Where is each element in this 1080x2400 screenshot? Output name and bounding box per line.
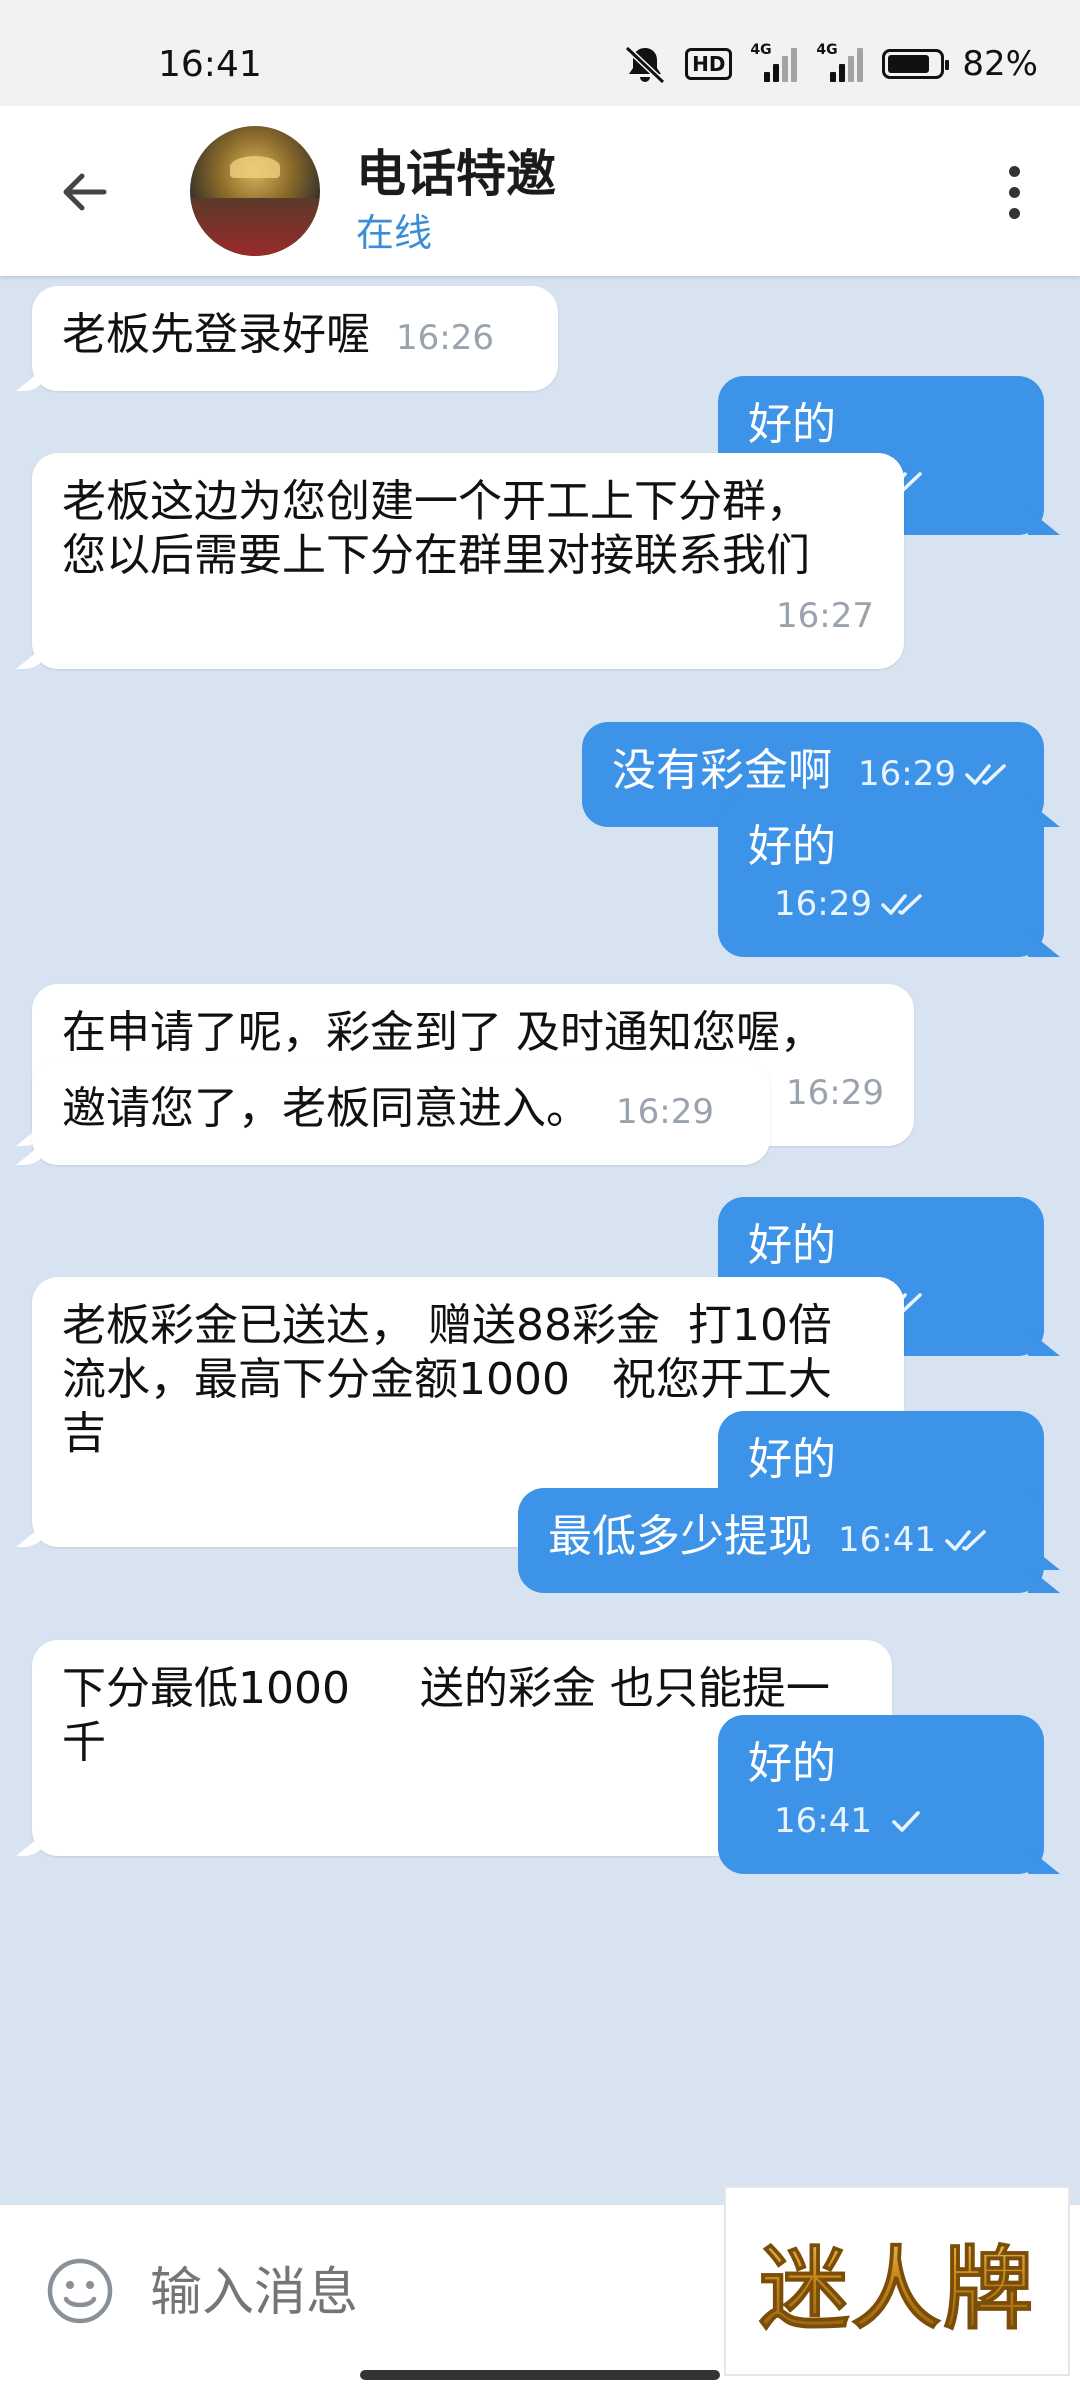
message-time: 16:27 — [776, 596, 874, 636]
online-status: 在线 — [356, 211, 433, 255]
message-time: 16:41 — [774, 1801, 872, 1841]
check-icon — [892, 1811, 920, 1832]
avatar[interactable] — [190, 126, 320, 256]
message-time: 16:29 — [774, 884, 872, 924]
incoming-message[interactable]: 老板先登录好喔 16:26 — [32, 286, 558, 391]
message-text: 老板先登录好喔 — [62, 309, 370, 360]
message-text: 老板彩金已送达， 赠送88彩金 打10倍 流水，最高下分金额1000 祝您开工大… — [62, 1300, 832, 1459]
outgoing-message[interactable]: 最低多少提现 16:41 — [518, 1488, 1044, 1593]
message-meta: 16:27 — [62, 589, 874, 643]
message-list[interactable]: 老板先登录好喔 16:26 好的 16:26 老板这边为您创建一个开工上下分群， 您以后… — [0, 276, 1080, 2204]
message-text: 在申请了呢，彩金到了 及时通知您喔， — [62, 1007, 824, 1058]
message-text: 下分最低1000 送的彩金 也只能提一 千 — [62, 1663, 830, 1768]
chat-header: 电话特邀 在线 — [0, 106, 1080, 276]
double-check-icon — [881, 894, 922, 915]
message-input[interactable] — [150, 2253, 710, 2333]
message-text: 好的 — [748, 1738, 836, 1789]
message-meta: 16:29 — [774, 877, 930, 931]
chat-title[interactable]: 电话特邀 — [356, 134, 556, 206]
double-check-icon — [965, 764, 1006, 785]
mute-icon — [623, 44, 667, 84]
brand-watermark: 迷人牌 — [724, 2186, 1070, 2376]
battery-percent: 82% — [962, 44, 1038, 84]
signal-icon: 4G — [816, 42, 864, 82]
message-meta: 16:26 — [396, 311, 494, 365]
message-time: 16:29 — [616, 1092, 714, 1132]
back-button[interactable] — [48, 156, 120, 228]
battery-icon — [882, 44, 950, 84]
incoming-message[interactable]: 老板这边为您创建一个开工上下分群， 您以后需要上下分在群里对接联系我们 16:27 — [32, 453, 904, 669]
status-time: 16:41 — [158, 44, 262, 85]
outgoing-message[interactable]: 好的 16:29 — [718, 798, 1044, 957]
message-text: 邀请您了，老板同意进入。 — [62, 1083, 590, 1134]
message-time: 16:29 — [858, 754, 956, 794]
message-text: 最低多少提现 — [548, 1511, 812, 1562]
status-bar: 16:41 HD 4G 4G 82% — [0, 0, 1080, 106]
more-vertical-icon — [1008, 165, 1020, 177]
outgoing-message[interactable]: 好的 16:41 — [718, 1715, 1044, 1874]
message-text: 好的 — [748, 1220, 836, 1271]
network-type-label: 4G — [816, 42, 838, 58]
message-text: 没有彩金啊 — [612, 745, 832, 796]
hd-icon: HD — [685, 48, 733, 80]
incoming-message[interactable]: 邀请您了，老板同意进入。 16:29 — [32, 1060, 770, 1165]
signal-icon: 4G — [750, 42, 798, 82]
message-meta: 16:29 — [858, 747, 1014, 801]
status-icons: HD 4G 4G 82% — [623, 42, 1038, 84]
message-text: 好的 — [748, 821, 836, 872]
message-meta: 16:41 — [838, 1513, 994, 1567]
emoji-button[interactable] — [44, 2255, 116, 2327]
message-time: 16:29 — [786, 1073, 884, 1113]
message-time: 16:26 — [396, 318, 494, 358]
arrow-left-icon — [63, 173, 107, 211]
more-menu-button[interactable] — [984, 154, 1044, 230]
brand-watermark-text: 迷人牌 — [759, 2216, 1035, 2346]
message-meta: 16:41 — [774, 1794, 930, 1848]
emoji-smile-icon — [47, 2258, 113, 2324]
network-type-label: 4G — [750, 42, 772, 58]
message-text: 好的 — [748, 399, 836, 450]
message-text: 好的 — [748, 1434, 836, 1485]
message-meta: 16:29 — [616, 1085, 714, 1139]
double-check-icon — [945, 1530, 986, 1551]
home-indicator[interactable] — [360, 2370, 720, 2380]
message-time: 16:41 — [838, 1520, 936, 1560]
message-text: 老板这边为您创建一个开工上下分群， 您以后需要上下分在群里对接联系我们 — [62, 476, 810, 581]
